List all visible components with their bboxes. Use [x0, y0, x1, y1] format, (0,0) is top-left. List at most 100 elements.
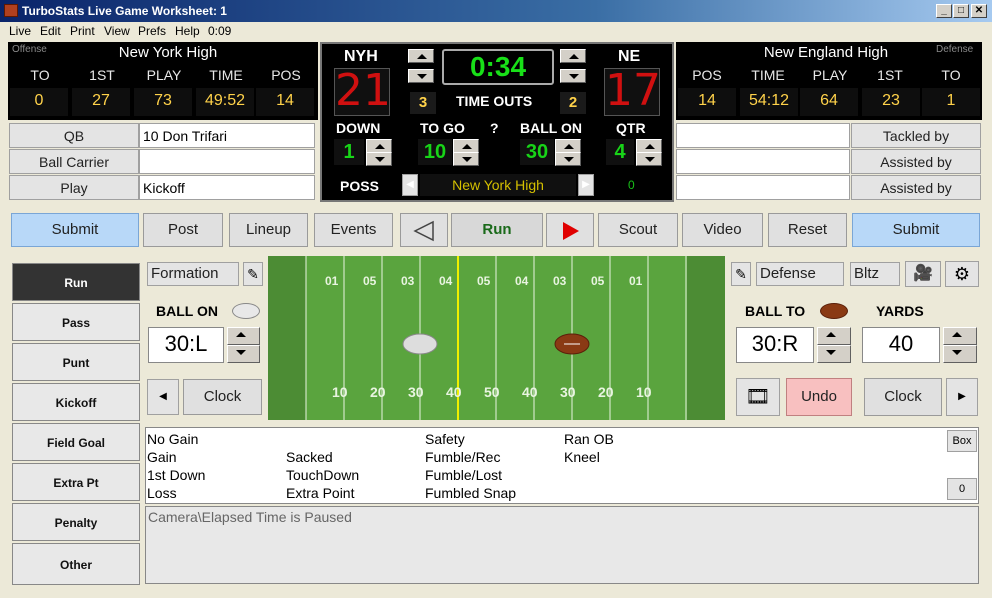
- ball-on-value[interactable]: 30:L: [148, 327, 224, 363]
- home-timeouts[interactable]: 3: [410, 92, 436, 114]
- off-col-to: TO: [30, 67, 50, 83]
- result-safety[interactable]: Safety: [425, 430, 465, 448]
- play-field[interactable]: Kickoff: [139, 175, 315, 200]
- ball-carrier-label[interactable]: Ball Carrier: [9, 149, 139, 174]
- ballon-down-button[interactable]: [555, 152, 581, 166]
- clock2-up-button[interactable]: [560, 49, 586, 63]
- reset-button[interactable]: Reset: [768, 213, 847, 247]
- tackled-by-label[interactable]: Tackled by: [851, 123, 981, 148]
- clock-down-button[interactable]: [408, 69, 434, 83]
- undo-button[interactable]: Undo: [786, 378, 852, 416]
- menu-live[interactable]: Live: [9, 24, 31, 38]
- play-type-run[interactable]: Run: [12, 263, 140, 301]
- result-gain[interactable]: Gain: [147, 448, 177, 466]
- result-extra-point[interactable]: Extra Point: [286, 484, 354, 502]
- play-label[interactable]: Play: [9, 175, 139, 200]
- play-button[interactable]: [546, 213, 594, 247]
- play-type-penalty[interactable]: Penalty: [12, 503, 140, 541]
- football-field[interactable]: 01 05 03 04 05 04 03 05 01 10 20 30 40 5…: [268, 256, 725, 420]
- game-clock[interactable]: 0:34: [442, 49, 554, 85]
- yards-down-button[interactable]: [943, 345, 977, 363]
- assisted-by-field-2[interactable]: [676, 175, 850, 200]
- assisted-by-label-2[interactable]: Assisted by: [851, 175, 981, 200]
- ball-carrier-field[interactable]: [139, 149, 315, 174]
- menu-view[interactable]: View: [104, 24, 130, 38]
- menu-print[interactable]: Print: [70, 24, 95, 38]
- ball-on-up-button[interactable]: [227, 327, 260, 345]
- poss-right-button[interactable]: ▶: [578, 174, 594, 196]
- result-kneel[interactable]: Kneel: [564, 448, 600, 466]
- clock-left-button[interactable]: Clock: [183, 379, 262, 415]
- poss-left-button[interactable]: ◀: [402, 174, 418, 196]
- submit-offense-button[interactable]: Submit: [11, 213, 139, 247]
- next-button[interactable]: ▶: [946, 378, 978, 416]
- play-type-pass[interactable]: Pass: [12, 303, 140, 341]
- result-fumble-rec[interactable]: Fumble/Rec: [425, 448, 500, 466]
- result-fumble-lost[interactable]: Fumble/Lost: [425, 466, 502, 484]
- clock-up-button[interactable]: [408, 49, 434, 63]
- menu-prefs[interactable]: Prefs: [138, 24, 166, 38]
- play-type-punt[interactable]: Punt: [12, 343, 140, 381]
- ball-on-down-button[interactable]: [227, 345, 260, 363]
- result-sacked[interactable]: Sacked: [286, 448, 333, 466]
- settings-button[interactable]: ⚙: [945, 261, 979, 287]
- result-no-gain[interactable]: No Gain: [147, 430, 198, 448]
- menu-edit[interactable]: Edit: [40, 24, 61, 38]
- down-down-button[interactable]: [366, 152, 392, 166]
- yards-value[interactable]: 40: [862, 327, 940, 363]
- ball-to-down-button[interactable]: [817, 345, 851, 363]
- gear-icon: ⚙: [953, 264, 971, 284]
- ball-to-up-button[interactable]: [817, 327, 851, 345]
- tackled-by-field[interactable]: [676, 123, 850, 148]
- events-button[interactable]: Events: [314, 213, 393, 247]
- assisted-by-field-1[interactable]: [676, 149, 850, 174]
- yards-up-button[interactable]: [943, 327, 977, 345]
- result-loss[interactable]: Loss: [147, 484, 177, 502]
- formation-field[interactable]: Formation: [147, 262, 239, 286]
- play-type-extra-pt[interactable]: Extra Pt: [12, 463, 140, 501]
- away-timeouts[interactable]: 2: [560, 92, 586, 114]
- qtr-down-button[interactable]: [636, 152, 662, 166]
- qtr-up-button[interactable]: [636, 139, 662, 153]
- defense-field[interactable]: Defense: [756, 262, 844, 286]
- play-type-field-goal[interactable]: Field Goal: [12, 423, 140, 461]
- ball-on-label: BALL ON: [156, 303, 218, 319]
- submit-defense-button[interactable]: Submit: [852, 213, 980, 247]
- video-button[interactable]: Video: [682, 213, 763, 247]
- result-touchdown[interactable]: TouchDown: [286, 466, 359, 484]
- play-type-other[interactable]: Other: [12, 543, 140, 585]
- play-type-kickoff[interactable]: Kickoff: [12, 383, 140, 421]
- camera-button[interactable]: 🎥: [905, 261, 941, 287]
- qb-field[interactable]: 10 Don Trifari: [139, 123, 315, 148]
- ball-to-value[interactable]: 30:R: [736, 327, 814, 363]
- result-fumbled-snap[interactable]: Fumbled Snap: [425, 484, 516, 502]
- film-button[interactable]: 🎞: [736, 378, 780, 416]
- prev-button[interactable]: ◀: [147, 379, 179, 415]
- maximize-button[interactable]: □: [953, 4, 969, 18]
- scout-button[interactable]: Scout: [598, 213, 678, 247]
- post-button[interactable]: Post: [143, 213, 223, 247]
- count-button[interactable]: 0: [947, 478, 977, 500]
- box-button[interactable]: Box: [947, 430, 977, 452]
- run-mode-button[interactable]: Run: [451, 213, 543, 247]
- close-button[interactable]: ✕: [971, 4, 987, 18]
- menu-help[interactable]: Help: [175, 24, 200, 38]
- assisted-by-label-1[interactable]: Assisted by: [851, 149, 981, 174]
- clock2-down-button[interactable]: [560, 69, 586, 83]
- defense-edit-button[interactable]: ✎: [731, 262, 751, 286]
- off-val-to: 0: [10, 88, 68, 116]
- def-val-to: 1: [922, 88, 980, 116]
- togo-up-button[interactable]: [453, 139, 479, 153]
- ballon-up-button[interactable]: [555, 139, 581, 153]
- lineup-button[interactable]: Lineup: [229, 213, 308, 247]
- clock-right-button[interactable]: Clock: [864, 378, 942, 416]
- blitz-field[interactable]: Bltz: [850, 262, 900, 286]
- rewind-button[interactable]: [400, 213, 448, 247]
- result-1st-down[interactable]: 1st Down: [147, 466, 205, 484]
- togo-down-button[interactable]: [453, 152, 479, 166]
- minimize-button[interactable]: _: [936, 4, 952, 18]
- qb-label[interactable]: QB: [9, 123, 139, 148]
- formation-edit-button[interactable]: ✎: [243, 262, 263, 286]
- down-up-button[interactable]: [366, 139, 392, 153]
- result-ran-ob[interactable]: Ran OB: [564, 430, 614, 448]
